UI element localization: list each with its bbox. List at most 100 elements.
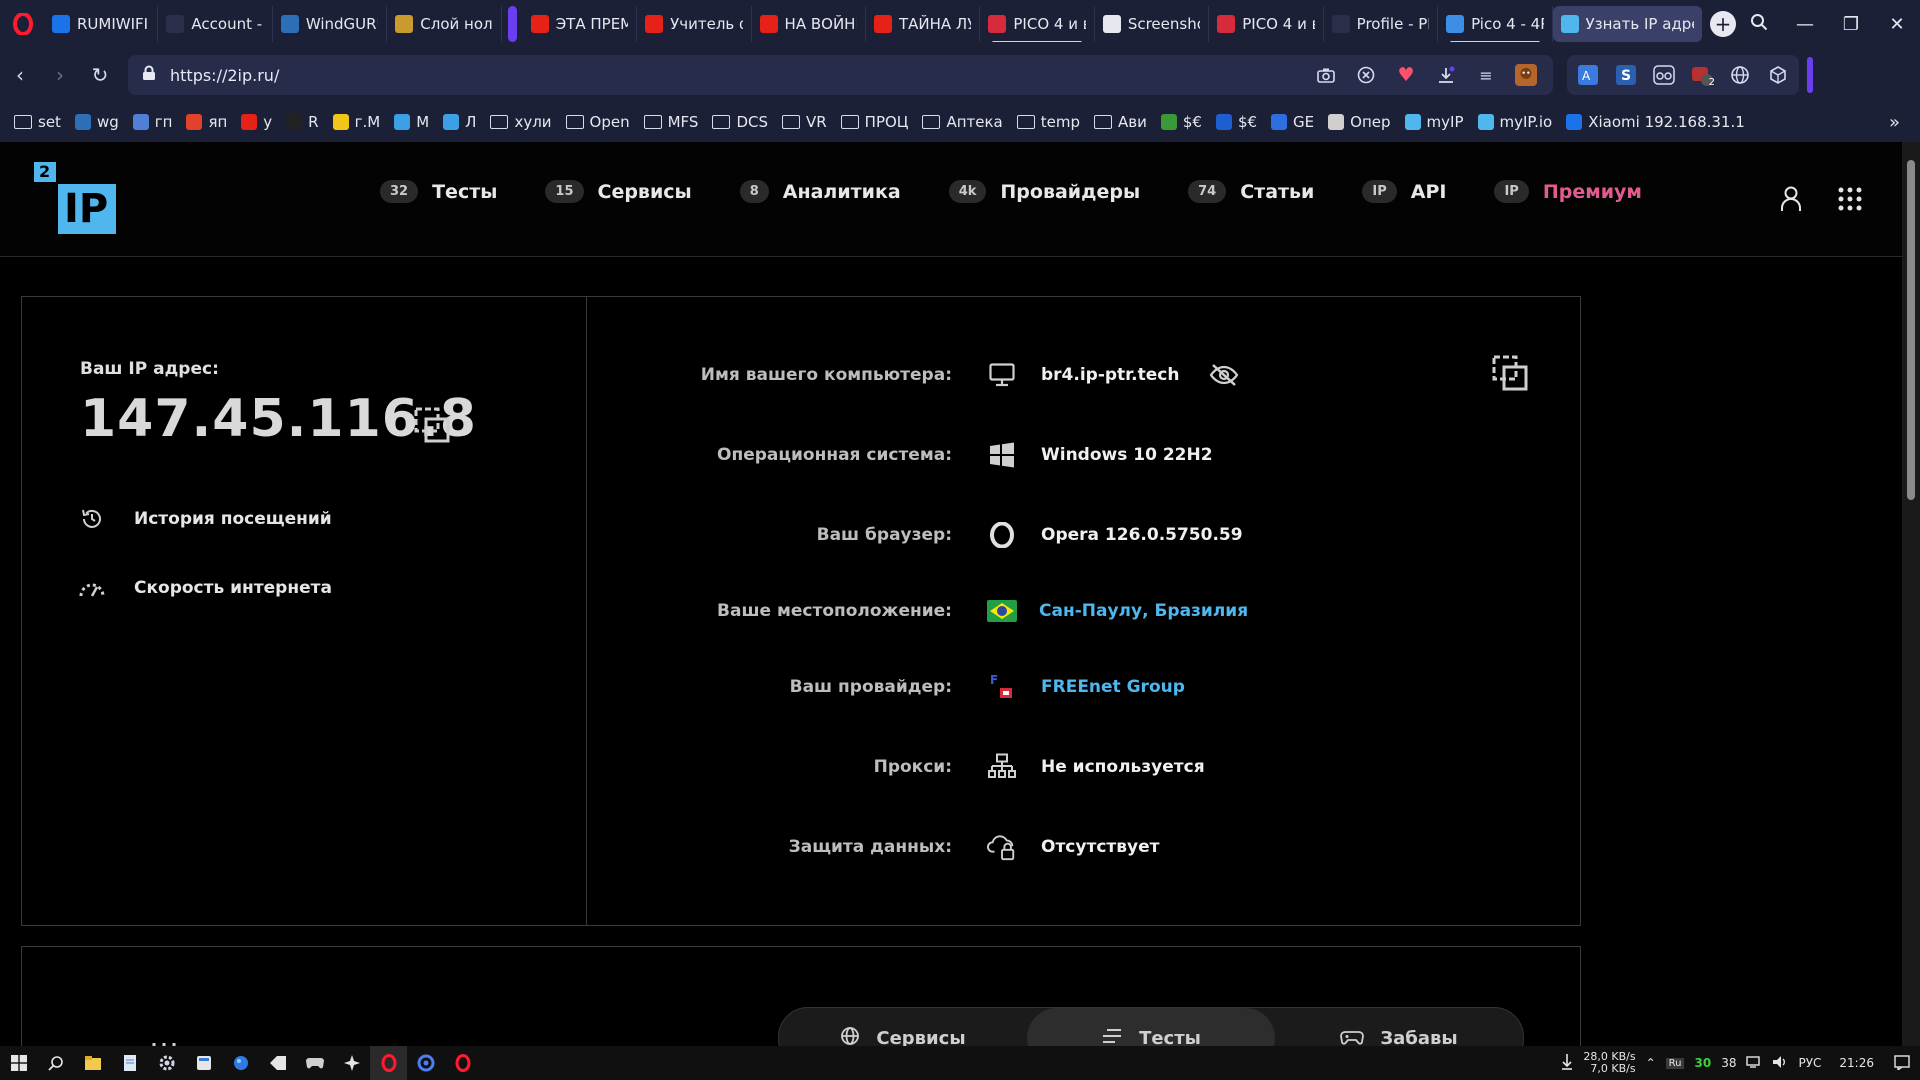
volume-icon[interactable] [1772,1055,1788,1072]
speedtest-link[interactable]: Скорость интернета [78,574,332,602]
bookmark-item[interactable]: myIP.io [1477,113,1552,131]
start-button[interactable] [0,1046,37,1080]
segment-fun[interactable]: Забавы [1275,1008,1523,1046]
close-window-button[interactable]: ✕ [1874,14,1920,35]
url-text[interactable]: https://2ip.ru/ [170,66,279,85]
new-tab-button[interactable]: + [1710,11,1736,37]
vpn-globe-icon[interactable] [1729,64,1751,86]
translate-extension-icon[interactable]: A [1577,64,1599,86]
lock-icon[interactable] [142,65,156,85]
calculator-icon[interactable] [185,1046,222,1080]
minimize-button[interactable]: — [1782,14,1828,35]
bookmark-item[interactable]: wg [74,113,119,131]
bookmark-folder[interactable]: MFS [643,113,698,131]
heart-icon[interactable]: ♥ [1395,64,1417,86]
bookmark-item[interactable]: гп [132,113,172,131]
bookmark-folder[interactable]: хули [490,113,552,131]
glasses-extension-icon[interactable] [1653,64,1675,86]
bookmark-folder[interactable]: Аптека [922,113,1003,131]
browser-tab[interactable]: PICO 4 и в [980,6,1095,42]
browser-tab[interactable]: Узнать IP адрес [1552,6,1702,42]
menu-lines-icon[interactable] [78,1035,110,1046]
nav-item-5[interactable]: IP API [1362,180,1446,203]
apps-grid-icon[interactable] [1838,187,1862,215]
bookmark-item[interactable]: $€ [1160,113,1202,131]
browser-tab[interactable]: Слой ноль [387,6,502,42]
copy-ip-icon[interactable] [414,407,450,447]
edge-app-icon[interactable] [407,1046,444,1080]
bookmark-folder[interactable]: Open [565,113,630,131]
bookmark-item[interactable]: GE [1271,113,1314,131]
site-logo[interactable]: 2 IP [34,162,116,234]
provider-link[interactable]: FREEnet Group [1041,677,1185,697]
nav-item-3[interactable]: 4k Провайдеры [948,180,1140,203]
tray-counter-2[interactable]: 38 [1721,1056,1736,1070]
tray-chevron-icon[interactable]: ⌃ [1646,1056,1656,1070]
downloads-icon[interactable] [1435,64,1457,86]
bookmark-folder[interactable]: ПРОЦ [840,113,908,131]
bookmark-item[interactable]: Xiaomi 192.168.31.1 [1566,113,1745,131]
notification-extension-icon[interactable]: 2 [1691,64,1715,88]
notifications-icon[interactable] [1894,1054,1910,1073]
keyboard-layout-icon[interactable]: Ru [1665,1057,1685,1069]
back-button[interactable]: ‹ [0,63,40,87]
bars-icon[interactable] [150,1035,182,1046]
bookmark-item[interactable]: $€ [1215,113,1257,131]
forward-button[interactable]: › [40,63,80,87]
plane-app-icon[interactable] [333,1046,370,1080]
bookmark-folder[interactable]: VR [781,113,827,131]
profile-avatar[interactable] [1515,64,1537,86]
browser-tab[interactable]: НА ВОЙНЕ [752,6,866,42]
more-bookmarks-icon[interactable]: » [1889,112,1900,133]
browser-tab[interactable]: Pico 4 - 4P [1438,6,1553,42]
gamepad-app-icon[interactable] [296,1046,333,1080]
scrollbar-thumb[interactable] [1907,160,1915,500]
bookmark-folder[interactable]: Ави [1094,113,1147,131]
bookmark-item[interactable]: Опер [1328,113,1391,131]
browser-tab[interactable]: Profile - PI [1324,6,1439,42]
browser-tab[interactable]: PICO 4 и в [1209,6,1324,42]
browser-tab[interactable]: WindGURU [273,6,388,42]
browser-tab[interactable]: ЭТА ПРЕМ [523,6,638,42]
bookmark-item[interactable]: R [286,113,319,131]
bookmark-folder[interactable]: set [14,113,61,131]
notepad-icon[interactable] [111,1046,148,1080]
snapshot-camera-icon[interactable] [1315,64,1337,86]
opera-menu-icon[interactable] [10,11,36,37]
nav-item-0[interactable]: 32 Тесты [380,180,497,203]
user-account-icon[interactable] [1780,186,1802,216]
browser-tab[interactable]: RUMIWIFI [44,6,159,42]
nav-item-1[interactable]: 15 Сервисы [545,180,692,203]
restore-button[interactable]: ❐ [1828,14,1874,35]
file-explorer-icon[interactable] [74,1046,111,1080]
clock[interactable]: 21:26 [1839,1056,1874,1070]
segment-tests[interactable]: Тесты [1027,1008,1275,1046]
bookmark-item[interactable]: г.М [332,113,380,131]
browser-tab[interactable]: Account - V [158,6,273,42]
address-bar[interactable]: https://2ip.ru/ ♥ ≡ [128,55,1553,95]
bookmark-item[interactable]: М [394,113,429,131]
reload-button[interactable]: ↻ [80,63,120,87]
opera-taskbar-icon[interactable] [370,1046,407,1080]
browser-tab[interactable]: Учитель ф [637,6,752,42]
browser-tab[interactable]: Screenshot [1095,6,1210,42]
cube-extension-icon[interactable] [1767,64,1789,86]
nav-item-4[interactable]: 74 Статьи [1188,180,1314,203]
globe-app-icon[interactable] [222,1046,259,1080]
history-link[interactable]: История посещений [78,505,332,533]
bookmark-item[interactable]: у [241,113,272,131]
bookmark-folder[interactable]: temp [1016,113,1080,131]
browser-tab[interactable]: ТАЙНА ЛУ [866,6,981,42]
page-scrollbar[interactable] [1902,142,1920,1046]
network-tray-icon[interactable] [1746,1055,1762,1072]
opera-gx-icon[interactable] [444,1046,481,1080]
language-indicator[interactable]: РУС [1798,1056,1821,1070]
nav-item-2[interactable]: 8 Аналитика [739,180,901,203]
tray-counter-1[interactable]: 30 [1694,1056,1711,1070]
s-extension-icon[interactable]: S [1615,64,1637,86]
hide-eye-icon[interactable] [1209,363,1239,391]
nav-item-6[interactable]: IP Премиум [1494,180,1642,203]
easy-setup-icon[interactable]: ≡ [1475,64,1497,86]
settings-gear-icon[interactable] [148,1046,185,1080]
bookmark-item[interactable]: Л [443,113,476,131]
